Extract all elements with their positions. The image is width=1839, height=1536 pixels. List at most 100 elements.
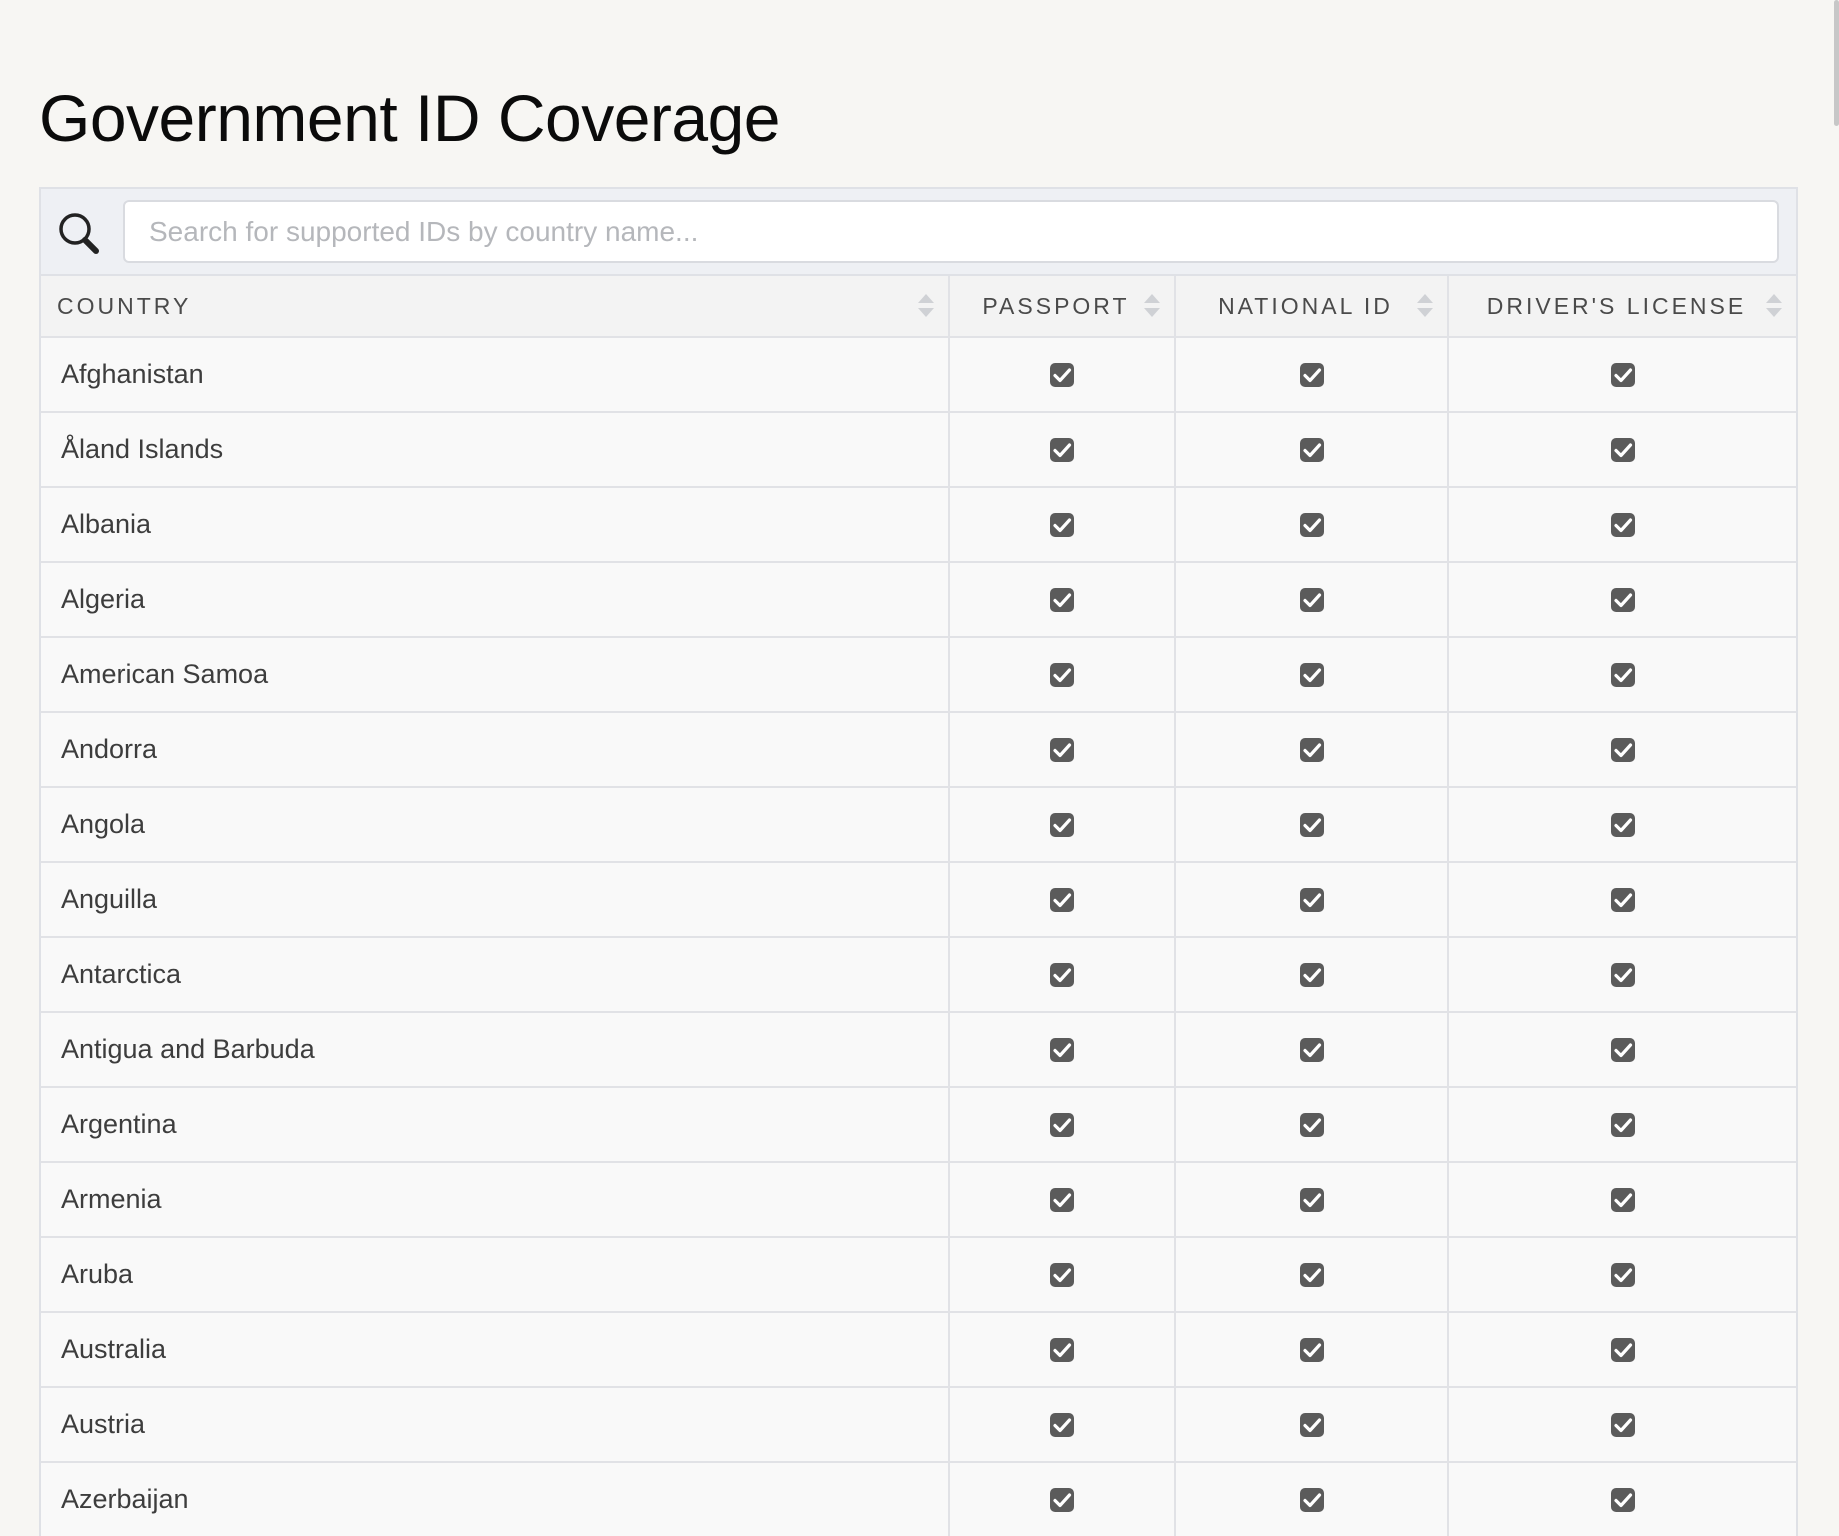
sort-icon[interactable] xyxy=(916,292,936,320)
country-name: Andorra xyxy=(41,712,950,788)
checkbox-checked-icon xyxy=(1050,1037,1074,1062)
checkbox-checked-icon xyxy=(1050,1487,1074,1512)
table-row[interactable]: American Samoa xyxy=(41,637,1796,713)
table-row[interactable]: Åland Islands xyxy=(41,412,1796,488)
table-header-row: COUNTRY PASSPORT NATIONAL ID DRIVER'S LICEN… xyxy=(41,276,1796,338)
checkbox-checked-icon xyxy=(1610,437,1635,462)
cell-drivers-license xyxy=(1448,862,1796,938)
cell-passport xyxy=(949,562,1176,638)
cell-national-id xyxy=(1175,937,1449,1013)
column-header-national-id[interactable]: NATIONAL ID xyxy=(1175,276,1449,338)
checkbox-checked-icon xyxy=(1050,437,1074,462)
sort-icon[interactable] xyxy=(1764,292,1784,320)
coverage-table: COUNTRY PASSPORT NATIONAL ID DRIVER'S LICEN… xyxy=(41,276,1796,1536)
checkbox-checked-icon xyxy=(1610,1037,1635,1062)
country-name: Austria xyxy=(41,1387,950,1463)
cell-drivers-license xyxy=(1448,1387,1796,1463)
scrollbar[interactable] xyxy=(1829,0,1839,126)
table-row[interactable]: Anguilla xyxy=(41,862,1796,938)
table-row[interactable]: Argentina xyxy=(41,1087,1796,1163)
table-row[interactable]: Angola xyxy=(41,787,1796,863)
checkbox-checked-icon xyxy=(1299,812,1324,837)
cell-passport xyxy=(949,1012,1176,1088)
country-name: Afghanistan xyxy=(41,337,950,413)
checkbox-checked-icon xyxy=(1299,437,1324,462)
cell-drivers-license xyxy=(1448,1462,1796,1536)
cell-national-id xyxy=(1175,637,1449,713)
search-input[interactable] xyxy=(123,200,1779,263)
country-name: Angola xyxy=(41,787,950,863)
cell-drivers-license xyxy=(1448,637,1796,713)
country-name: Azerbaijan xyxy=(41,1462,950,1536)
checkbox-checked-icon xyxy=(1050,362,1074,387)
table-row[interactable]: Austria xyxy=(41,1387,1796,1463)
checkbox-checked-icon xyxy=(1050,587,1074,612)
table-row[interactable]: Antigua and Barbuda xyxy=(41,1012,1796,1088)
cell-national-id xyxy=(1175,562,1449,638)
cell-national-id xyxy=(1175,1462,1449,1536)
cell-passport xyxy=(949,1312,1176,1388)
checkbox-checked-icon xyxy=(1050,1112,1074,1137)
checkbox-checked-icon xyxy=(1299,1412,1324,1437)
cell-passport xyxy=(949,487,1176,563)
table-row[interactable]: Andorra xyxy=(41,712,1796,788)
checkbox-checked-icon xyxy=(1299,1112,1324,1137)
table-row[interactable]: Australia xyxy=(41,1312,1796,1388)
checkbox-checked-icon xyxy=(1050,962,1074,987)
country-name: Australia xyxy=(41,1312,950,1388)
table-row[interactable]: Aruba xyxy=(41,1237,1796,1313)
cell-drivers-license xyxy=(1448,412,1796,488)
cell-national-id xyxy=(1175,1387,1449,1463)
checkbox-checked-icon xyxy=(1299,1337,1324,1362)
country-name: American Samoa xyxy=(41,637,950,713)
table-row[interactable]: Armenia xyxy=(41,1162,1796,1238)
table-row[interactable]: Afghanistan xyxy=(41,337,1796,413)
checkbox-checked-icon xyxy=(1610,362,1635,387)
checkbox-checked-icon xyxy=(1610,662,1635,687)
table-row[interactable]: Algeria xyxy=(41,562,1796,638)
cell-drivers-license xyxy=(1448,1087,1796,1163)
sort-icon[interactable] xyxy=(1142,292,1162,320)
table-row[interactable]: Azerbaijan xyxy=(41,1462,1796,1536)
checkbox-checked-icon xyxy=(1299,512,1324,537)
cell-passport xyxy=(949,1237,1176,1313)
sort-icon[interactable] xyxy=(1415,292,1435,320)
checkbox-checked-icon xyxy=(1610,1487,1635,1512)
cell-drivers-license xyxy=(1448,1012,1796,1088)
cell-passport xyxy=(949,412,1176,488)
checkbox-checked-icon xyxy=(1610,737,1635,762)
checkbox-checked-icon xyxy=(1610,1262,1635,1287)
column-header-country[interactable]: COUNTRY xyxy=(41,276,950,338)
cell-drivers-license xyxy=(1448,712,1796,788)
checkbox-checked-icon xyxy=(1610,1337,1635,1362)
checkbox-checked-icon xyxy=(1610,962,1635,987)
coverage-table-container: COUNTRY PASSPORT NATIONAL ID DRIVER'S LICEN… xyxy=(39,187,1798,1536)
checkbox-checked-icon xyxy=(1610,512,1635,537)
cell-passport xyxy=(949,637,1176,713)
cell-national-id xyxy=(1175,787,1449,863)
checkbox-checked-icon xyxy=(1610,1112,1635,1137)
cell-drivers-license xyxy=(1448,1312,1796,1388)
column-header-passport[interactable]: PASSPORT xyxy=(949,276,1176,338)
column-header-label: PASSPORT xyxy=(982,292,1130,319)
cell-national-id xyxy=(1175,337,1449,413)
table-row[interactable]: Antarctica xyxy=(41,937,1796,1013)
country-name: Algeria xyxy=(41,562,950,638)
checkbox-checked-icon xyxy=(1050,662,1074,687)
country-name: Åland Islands xyxy=(41,412,950,488)
table-row[interactable]: Albania xyxy=(41,487,1796,563)
cell-national-id xyxy=(1175,487,1449,563)
column-header-drivers-license[interactable]: DRIVER'S LICENSE xyxy=(1448,276,1796,338)
cell-drivers-license xyxy=(1448,337,1796,413)
checkbox-checked-icon xyxy=(1299,887,1324,912)
cell-passport xyxy=(949,712,1176,788)
checkbox-checked-icon xyxy=(1299,962,1324,987)
country-name: Albania xyxy=(41,487,950,563)
cell-passport xyxy=(949,1462,1176,1536)
table-body: Afghanistan Åland Islands Albania Algeria Am… xyxy=(41,337,1796,1536)
cell-passport xyxy=(949,937,1176,1013)
country-name: Antigua and Barbuda xyxy=(41,1012,950,1088)
checkbox-checked-icon xyxy=(1050,512,1074,537)
cell-drivers-license xyxy=(1448,1237,1796,1313)
cell-national-id xyxy=(1175,862,1449,938)
